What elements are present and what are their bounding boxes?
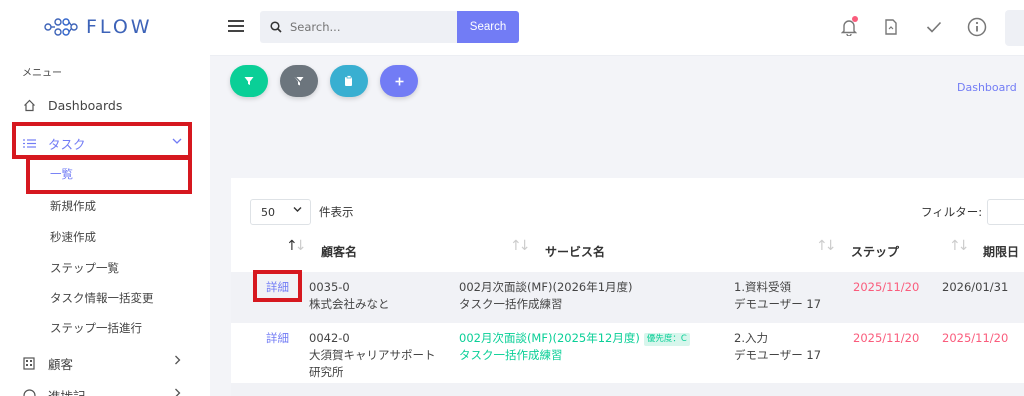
- menu-caption: メニュー: [22, 68, 62, 79]
- step-date: 2025/11/20: [853, 280, 920, 294]
- breadcrumb[interactable]: Dashboard: [957, 81, 1017, 94]
- sidebar-subitem-bulk-edit[interactable]: タスク情報一括変更: [50, 290, 154, 306]
- customer-name: 株式会社みなと: [309, 297, 390, 311]
- filter-icon: [244, 77, 254, 85]
- sort-icon[interactable]: ↑↓: [816, 238, 837, 254]
- sidebar-subitem-bulk-step[interactable]: ステップ一括進行: [50, 320, 142, 336]
- topbar: Search: [210, 0, 1024, 56]
- customer-code: 0042-0: [309, 331, 350, 345]
- sidebar-item-label: 進捗記: [48, 386, 86, 396]
- copy-button[interactable]: [330, 65, 368, 97]
- column-header-due-date[interactable]: 期限日: [983, 243, 1019, 260]
- step-date: 2025/11/20: [853, 331, 920, 345]
- customer-name: 大須賀キャリアサポート: [309, 348, 436, 362]
- plus-icon: [395, 77, 403, 85]
- sidebar-item-dashboards[interactable]: Dashboards: [22, 98, 122, 113]
- step-assignee: デモユーザー 17: [734, 348, 822, 362]
- per-page-value: 50: [261, 205, 275, 219]
- check-icon[interactable]: [923, 16, 945, 38]
- per-page-label: 件表示: [319, 205, 354, 219]
- search-input[interactable]: [290, 20, 440, 34]
- chevron-right-icon[interactable]: [174, 355, 181, 368]
- clear-filter-icon: [294, 75, 304, 86]
- step-name: 2.入力: [734, 331, 768, 345]
- annotation-box-tasks: [12, 122, 192, 159]
- add-button[interactable]: [380, 65, 418, 97]
- globe-icon: [22, 389, 36, 396]
- annotation-box-list: [26, 156, 192, 194]
- sidebar-subitem-new[interactable]: 新規作成: [50, 198, 96, 214]
- menu-toggle-icon[interactable]: [228, 20, 244, 35]
- sort-icon[interactable]: ↑↓: [286, 238, 307, 254]
- chevron-right-icon[interactable]: [174, 388, 181, 396]
- search-icon: [270, 21, 282, 33]
- sort-icon[interactable]: ↑↓: [949, 238, 970, 254]
- column-header-step[interactable]: ステップ: [851, 243, 899, 260]
- sidebar-subitem-step-list[interactable]: ステップ一覧: [50, 260, 119, 276]
- sidebar-item-customers[interactable]: 顧客: [22, 354, 73, 373]
- table-row: 詳細 0042-0 大須賀キャリアサポート 研究所 002月次面談(MF)(20…: [231, 323, 1024, 383]
- building-icon: [22, 357, 36, 371]
- customer-cell: 0042-0 大須賀キャリアサポート 研究所: [309, 330, 436, 381]
- sidebar-subitem-quick-create[interactable]: 秒速作成: [50, 229, 96, 245]
- step-assignee: デモユーザー 17: [734, 297, 822, 311]
- search-button[interactable]: Search: [457, 11, 519, 43]
- column-header-service[interactable]: サービス名: [545, 243, 605, 260]
- due-date: 2025/11/20: [942, 331, 1009, 345]
- document-icon[interactable]: [880, 16, 902, 38]
- sidebar-item-label: Dashboards: [48, 98, 123, 113]
- customer-name-cont: 研究所: [309, 365, 344, 379]
- step-cell: 2.入力 デモユーザー 17: [734, 330, 821, 364]
- notification-bell-icon[interactable]: [838, 16, 860, 38]
- clear-filter-button[interactable]: [280, 65, 318, 97]
- annotation-box-detail: [253, 270, 302, 302]
- service-cell: 002月次面談(MF)(2025年12月度) 優先度：C タスク一括作成練習: [459, 330, 690, 364]
- column-header-customer[interactable]: 顧客名: [321, 243, 357, 260]
- copy-icon: [345, 75, 352, 86]
- filter-label: フィルター:: [921, 205, 983, 219]
- brand-name: FLOW: [86, 16, 153, 38]
- filter-button[interactable]: [230, 65, 268, 97]
- filter-input[interactable]: [987, 199, 1024, 225]
- sidebar-item-progress[interactable]: 進捗記: [22, 386, 86, 396]
- table-row: 詳細 0035-0 株式会社みなと 002月次面談(MF)(2026年1月度) …: [231, 270, 1024, 323]
- home-icon: [22, 99, 36, 113]
- per-page-select[interactable]: 50: [250, 199, 311, 225]
- notification-dot: [852, 16, 858, 22]
- info-icon[interactable]: [966, 16, 988, 38]
- sidebar-item-label: 顧客: [48, 357, 74, 372]
- priority-badge: 優先度：C: [643, 333, 690, 346]
- chevron-down-icon: [293, 206, 302, 216]
- brand-logo[interactable]: FLOW: [44, 16, 153, 38]
- task-table-card: 50 件表示 フィルター: ↑↓ 顧客名 ↑↓ サービス名 ↑↓ ステップ ↑↓…: [231, 178, 1024, 396]
- user-panel-edge[interactable]: [1005, 10, 1024, 46]
- flow-logo-icon: [44, 18, 78, 36]
- search-box: [260, 11, 457, 43]
- service-cell: 002月次面談(MF)(2026年1月度) タスク一括作成練習: [459, 279, 633, 313]
- customer-cell: 0035-0 株式会社みなと: [309, 279, 390, 313]
- detail-link[interactable]: 詳細: [266, 330, 289, 347]
- step-name: 1.資料受領: [734, 280, 791, 294]
- step-cell: 1.資料受領 デモユーザー 17: [734, 279, 821, 313]
- table-row: [231, 383, 1024, 396]
- service-sub: タスク一括作成練習: [459, 297, 563, 311]
- sort-icon[interactable]: ↑↓: [510, 238, 531, 254]
- due-date: 2026/01/31: [942, 280, 1009, 294]
- service-name[interactable]: 002月次面談(MF)(2025年12月度): [459, 331, 640, 345]
- sidebar: FLOW メニュー Dashboards タスク 一覧 新規作成 秒速作成 ステ…: [0, 0, 210, 396]
- service-sub: タスク一括作成練習: [459, 348, 563, 362]
- customer-code: 0035-0: [309, 280, 350, 294]
- service-name[interactable]: 002月次面談(MF)(2026年1月度): [459, 279, 633, 296]
